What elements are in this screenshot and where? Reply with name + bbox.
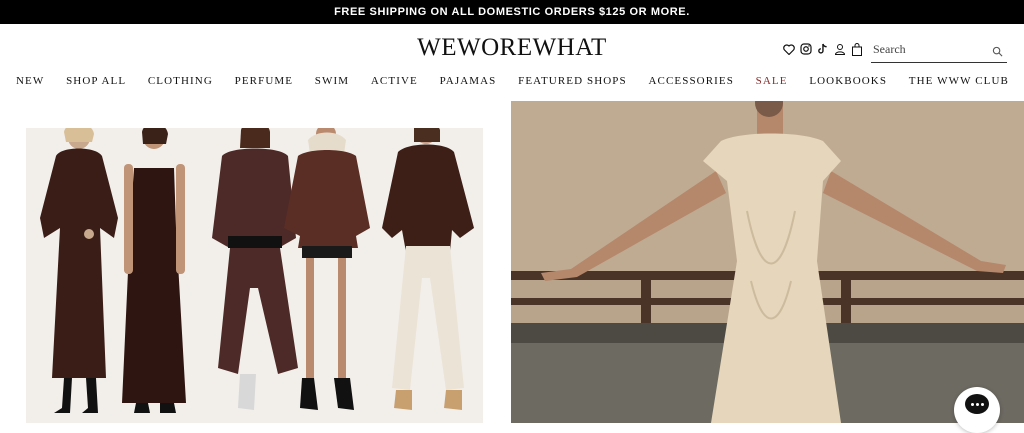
tiktok-icon[interactable] xyxy=(816,42,829,56)
chat-button[interactable] xyxy=(954,387,1000,433)
hero-image-right[interactable] xyxy=(511,101,1024,423)
search-box xyxy=(871,38,1007,63)
nav-item-swim[interactable]: SWIM xyxy=(315,75,349,87)
nav-item-perfume[interactable]: PERFUME xyxy=(235,75,293,87)
nav-item-active[interactable]: ACTIVE xyxy=(371,75,418,87)
hero-image-left[interactable] xyxy=(26,128,483,423)
model-2 xyxy=(122,128,186,413)
account-icon[interactable] xyxy=(833,42,846,56)
nav-item-pajamas[interactable]: PAJAMAS xyxy=(440,75,497,87)
search-icon[interactable] xyxy=(992,44,1003,62)
search-input[interactable] xyxy=(873,42,983,57)
main-nav: NEW SHOP ALL CLOTHING PERFUME SWIM ACTIV… xyxy=(0,75,1024,87)
models-illustration xyxy=(26,128,483,423)
nav-item-accessories[interactable]: ACCESSORIES xyxy=(648,75,733,87)
promo-banner: FREE SHIPPING ON ALL DOMESTIC ORDERS $12… xyxy=(0,0,1024,24)
nav-item-www-club[interactable]: THE WWW CLUB xyxy=(909,75,1009,87)
nav-item-new[interactable]: NEW xyxy=(16,75,44,87)
bag-icon[interactable] xyxy=(850,42,863,56)
nav-item-sale[interactable]: SALE xyxy=(756,75,788,87)
heart-icon[interactable] xyxy=(782,42,795,56)
header-icons xyxy=(782,42,863,56)
nav-item-featured-shops[interactable]: FEATURED SHOPS xyxy=(518,75,627,87)
nav-item-shop-all[interactable]: SHOP ALL xyxy=(66,75,126,87)
promo-text: FREE SHIPPING ON ALL DOMESTIC ORDERS $12… xyxy=(334,6,690,18)
instagram-icon[interactable] xyxy=(799,42,812,56)
model-railing-illustration xyxy=(511,101,1024,423)
chat-icon xyxy=(965,394,989,414)
nav-item-lookbooks[interactable]: LOOKBOOKS xyxy=(809,75,887,87)
nav-item-clothing[interactable]: CLOTHING xyxy=(148,75,213,87)
